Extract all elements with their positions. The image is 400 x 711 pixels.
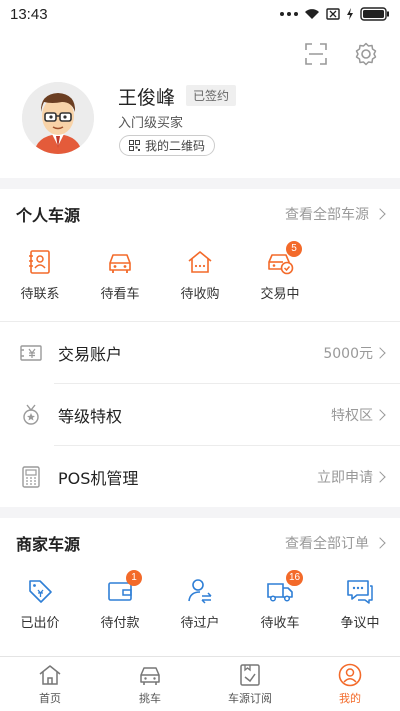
- profile-header: 王俊峰 已签约 入门级买家 我的二维码: [0, 28, 400, 178]
- nav-mine[interactable]: 我的: [300, 657, 400, 711]
- chevron-right-icon: [374, 537, 386, 549]
- menu-level-privileges[interactable]: 等级特权 特权区: [0, 384, 400, 446]
- transfer-user-icon: [188, 579, 212, 604]
- menu-transaction-account[interactable]: 交易账户 5000元: [0, 322, 400, 384]
- user-circle-icon: [338, 663, 362, 686]
- chevron-right-icon: [374, 471, 386, 483]
- charging-icon: [347, 8, 353, 20]
- qr-code-icon: [129, 140, 140, 151]
- user-name: 王俊峰: [118, 87, 176, 109]
- view-all-orders-link[interactable]: 查看全部订单: [285, 533, 386, 553]
- menu-value: 5000元: [323, 343, 386, 363]
- signed-badge: 已签约: [186, 85, 237, 106]
- menu-value: 立即申请: [317, 467, 386, 487]
- chevron-right-icon: [374, 208, 386, 220]
- view-all-vehicles-link[interactable]: 查看全部车源: [285, 204, 386, 224]
- status-icons: [280, 7, 390, 21]
- pos-icon: [22, 466, 40, 488]
- section-title: 商家车源: [16, 535, 81, 554]
- no-sim-icon: [326, 8, 340, 20]
- nav-subscription[interactable]: 车源订阅: [200, 657, 300, 711]
- qr-code-label: 我的二维码: [145, 139, 206, 153]
- home-icon: [39, 664, 61, 685]
- more-dots-icon: [280, 12, 298, 16]
- menu-pos-management[interactable]: POS机管理 立即申请: [0, 446, 400, 508]
- subscribe-icon: [240, 663, 260, 686]
- avatar-illustration: [22, 82, 94, 154]
- merchant-status-row: 已出价 1 待付款 待过户 16 待收车 争议中: [0, 568, 400, 650]
- status-bid[interactable]: 已出价: [0, 568, 80, 650]
- contact-card-icon: [29, 250, 50, 274]
- status-to-receive-car[interactable]: 16 待收车: [240, 568, 320, 650]
- status-to-acquire[interactable]: 待收购: [160, 239, 240, 321]
- my-qr-code-button[interactable]: 我的二维码: [119, 135, 216, 156]
- status-to-contact[interactable]: 待联系: [0, 239, 80, 321]
- status-bar: 13:43: [0, 0, 400, 28]
- scan-icon[interactable]: [304, 42, 328, 66]
- count-badge: 16: [286, 570, 304, 586]
- merchant-section-header: 商家车源 查看全部订单: [0, 518, 400, 568]
- section-title: 个人车源: [16, 206, 81, 225]
- house-icon: [188, 251, 212, 273]
- personal-section-header: 个人车源 查看全部车源: [0, 189, 400, 239]
- status-to-pay[interactable]: 1 待付款: [80, 568, 160, 650]
- car-icon: [109, 254, 131, 273]
- screen: 13:43 王俊峰 已签约 入门级买家 我的二维码 个人车源 查看全部车源 待联…: [0, 0, 400, 711]
- count-badge: 1: [126, 570, 142, 586]
- account-menu: 交易账户 5000元 等级特权 特权区 POS机管理 立即申请: [0, 321, 400, 507]
- yuan-card-icon: [20, 345, 42, 361]
- chevron-right-icon: [374, 347, 386, 359]
- bottom-navigation: 首页 挑车 车源订阅 我的: [0, 656, 400, 711]
- nav-pick-car[interactable]: 挑车: [100, 657, 200, 711]
- avatar[interactable]: [22, 82, 94, 154]
- status-disputed[interactable]: 争议中: [320, 568, 400, 650]
- header-actions: [304, 42, 378, 66]
- personal-status-row: 待联系 待看车 待收购 5 交易中: [0, 239, 400, 321]
- chevron-right-icon: [374, 409, 386, 421]
- battery-icon: [360, 7, 389, 21]
- status-to-view-car[interactable]: 待看车: [80, 239, 160, 321]
- count-badge: 5: [286, 241, 302, 257]
- settings-icon[interactable]: [354, 42, 378, 66]
- merchant-vehicles-section: 商家车源 查看全部订单 已出价 1 待付款 待过户 16 待收车 争议中: [0, 518, 400, 656]
- price-tag-icon: [29, 580, 52, 603]
- chat-icon: [347, 580, 373, 604]
- status-in-transaction[interactable]: 5 交易中: [240, 239, 320, 321]
- medal-icon: [23, 404, 39, 425]
- car-front-icon: [140, 666, 160, 685]
- nav-home[interactable]: 首页: [0, 657, 100, 711]
- status-to-transfer[interactable]: 待过户: [160, 568, 240, 650]
- menu-value: 特权区: [331, 405, 386, 425]
- wifi-icon: [305, 9, 319, 19]
- personal-vehicles-section: 个人车源 查看全部车源 待联系 待看车 待收购 5 交易中: [0, 189, 400, 321]
- status-time: 13:43: [10, 5, 48, 23]
- user-level: 入门级买家: [118, 116, 184, 131]
